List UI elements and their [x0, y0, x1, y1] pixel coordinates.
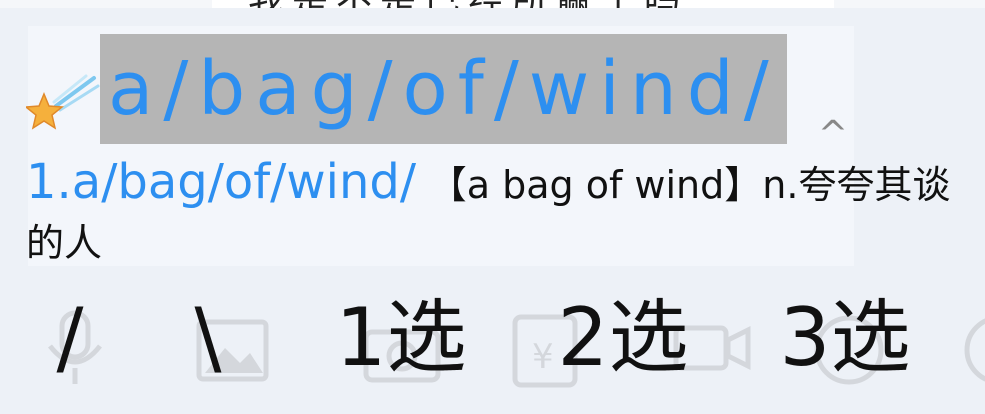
- select-3-key[interactable]: 3选: [770, 288, 920, 388]
- shooting-star-icon: [26, 74, 100, 130]
- select-2-key[interactable]: 2选: [548, 288, 698, 388]
- ime-panel: ¥ a/bag/of/wind/ ^ 1.a/bag/of/wind/ 【a b…: [0, 8, 985, 414]
- chat-message-bubble[interactable]: 我是不是已经所赢了吗: [212, 0, 834, 8]
- chat-message-text: 我是不是已经所赢了吗: [248, 0, 688, 8]
- slash-key[interactable]: /: [40, 288, 100, 388]
- quick-key-row: / \ 1选 2选 3选: [0, 288, 985, 398]
- candidate-word: 1.a/bag/of/wind/: [26, 154, 416, 210]
- backslash-key[interactable]: \: [178, 288, 238, 388]
- select-1-key[interactable]: 1选: [326, 288, 476, 388]
- composition-text[interactable]: a/bag/of/wind/: [100, 34, 787, 144]
- collapse-icon[interactable]: ^: [816, 117, 850, 153]
- candidate-item[interactable]: 1.a/bag/of/wind/ 【a bag of wind】n.夸夸其谈的人: [26, 153, 971, 272]
- chat-area-strip: 我是不是已经所赢了吗: [0, 0, 985, 8]
